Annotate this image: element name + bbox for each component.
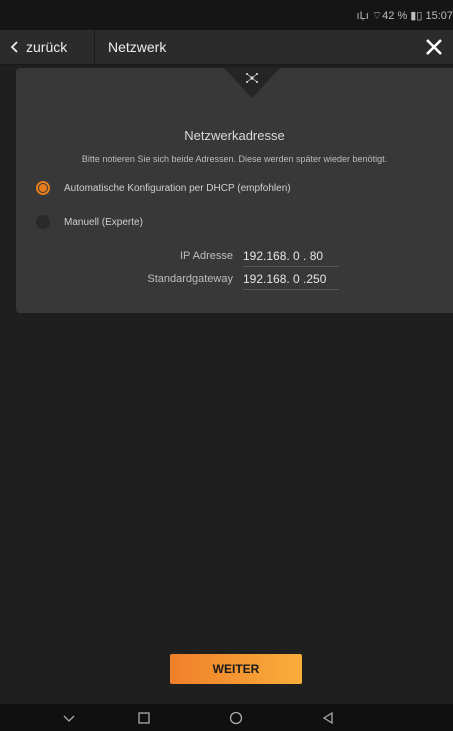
nav-down-icon[interactable] — [61, 710, 77, 726]
status-bar: ıḶı ⌔42 % ▮▯ 15:07 — [0, 0, 453, 30]
close-icon[interactable] — [423, 36, 445, 58]
manual-radio[interactable] — [36, 215, 50, 229]
nav-home-icon[interactable] — [228, 710, 244, 726]
gateway-row: Standardgateway 192.168. 0 .250 — [16, 271, 453, 291]
chevron-left-icon — [10, 41, 18, 53]
status-text: ıḶı ⌔42 % ▮▯ 15:07 — [356, 10, 453, 22]
app-header: zurück Netzwerk — [0, 30, 453, 65]
nav-recents-icon[interactable] — [136, 710, 152, 726]
header-divider — [94, 30, 95, 64]
network-panel: Netzwerkadresse Bitte notieren Sie sich … — [16, 68, 453, 313]
dhcp-option[interactable]: Automatische Konfiguration per DHCP (emp… — [36, 179, 291, 197]
manual-label: Manuell (Experte) — [64, 216, 143, 228]
back-label: zurück — [26, 39, 68, 55]
nav-back-icon[interactable] — [320, 710, 336, 726]
ip-address-field[interactable]: 192.168. 0 . 80 — [243, 248, 339, 267]
dhcp-label: Automatische Konfiguration per DHCP (emp… — [64, 182, 291, 194]
network-icon — [246, 73, 258, 83]
panel-subtitle: Bitte notieren Sie sich beide Adressen. … — [81, 154, 388, 164]
next-button[interactable]: WEITER — [170, 654, 302, 684]
dhcp-radio[interactable] — [36, 181, 50, 195]
android-nav-bar — [0, 704, 453, 731]
gateway-field[interactable]: 192.168. 0 .250 — [243, 271, 339, 290]
ip-address-label: IP Adresse — [180, 250, 233, 262]
manual-option[interactable]: Manuell (Experte) — [36, 213, 143, 231]
ip-address-row: IP Adresse 192.168. 0 . 80 — [16, 248, 453, 268]
panel-title: Netzwerkadresse — [184, 128, 285, 143]
back-button[interactable]: zurück — [10, 30, 88, 64]
gateway-label: Standardgateway — [147, 273, 233, 285]
page-title: Netzwerk — [108, 39, 167, 55]
